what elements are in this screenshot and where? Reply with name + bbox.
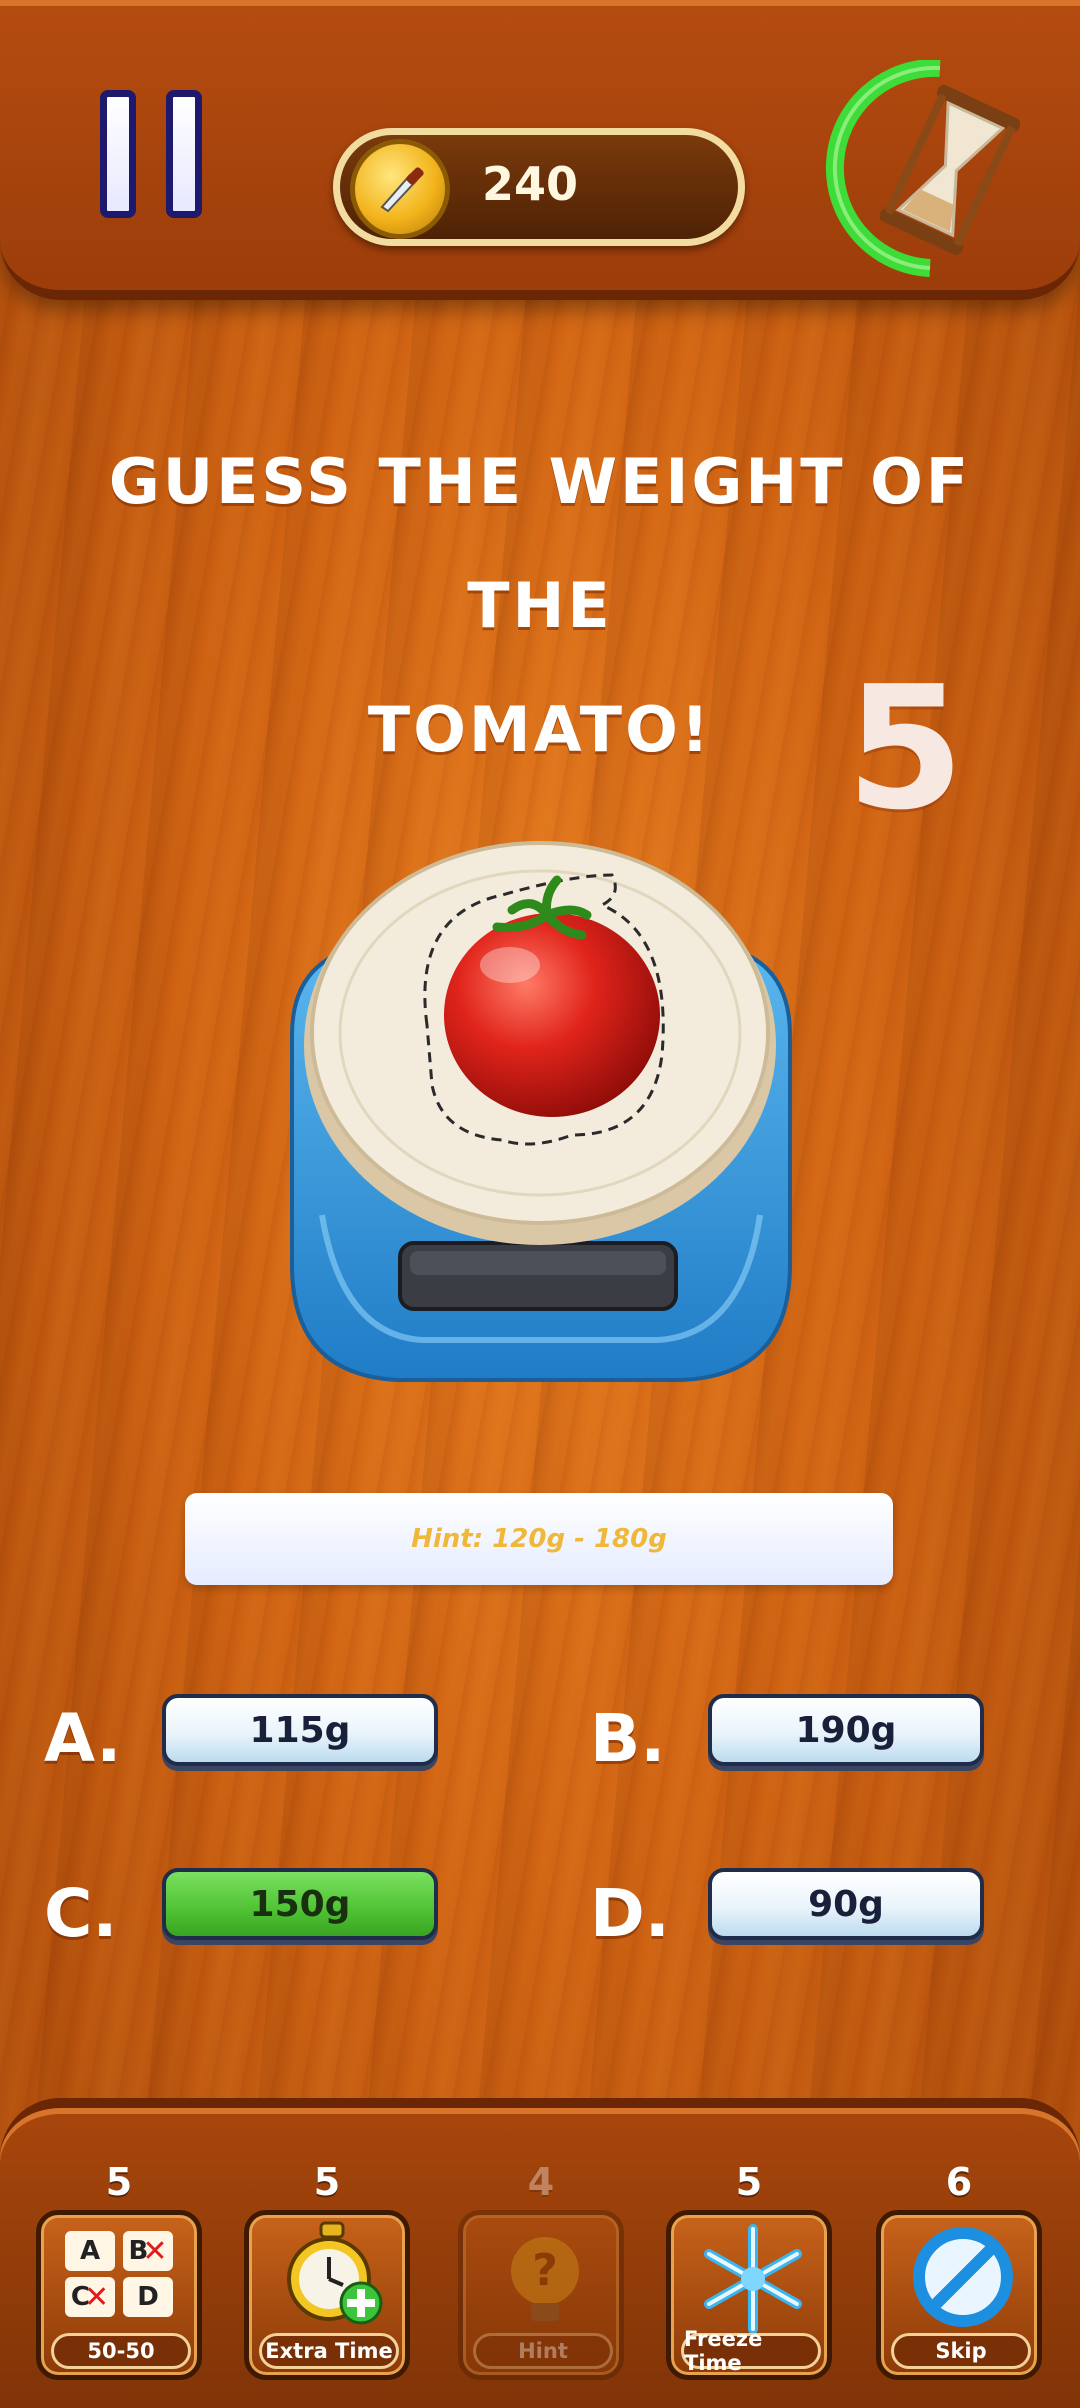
hint-text: Hint: 120g - 180g: [411, 1524, 667, 1554]
game-screen: 240 GUESS THE WEIGHT OF THE TOMATO! 5 Hi…: [0, 0, 1080, 2408]
answer-letter-c: C.: [44, 1875, 118, 1952]
stopwatch-plus-icon: [287, 2221, 383, 2325]
lightbulb-question-icon: ?: [511, 2237, 579, 2321]
countdown-number: 5: [846, 650, 965, 848]
powerup-label: 50-50: [51, 2333, 191, 2369]
answer-letter-b: B.: [590, 1700, 666, 1777]
powerup-count: 4: [527, 2160, 555, 2204]
powerup-hint[interactable]: 4 ? Hint: [456, 2160, 626, 2390]
fifty-fifty-icon: A B ✕ C ✕ D: [65, 2231, 175, 2321]
powerup-label: Skip: [891, 2333, 1031, 2369]
answer-letter-d: D.: [590, 1875, 670, 1952]
knife-coin-icon: [350, 139, 450, 239]
snowflake-icon: [704, 2224, 802, 2334]
hourglass-timer-icon: [820, 58, 1021, 280]
powerup-label: Freeze Time: [681, 2327, 821, 2375]
powerup-count: 6: [945, 2160, 973, 2204]
powerup-label: Hint: [473, 2333, 613, 2369]
answer-button-a[interactable]: 115g: [162, 1694, 438, 1766]
answer-button-b[interactable]: 190g: [708, 1694, 984, 1766]
powerup-count: 5: [735, 2160, 763, 2204]
skip-icon: [913, 2227, 1013, 2327]
powerup-extra-time[interactable]: 5 Extra Time: [242, 2160, 412, 2390]
hint-bar: Hint: 120g - 180g: [185, 1493, 893, 1585]
powerup-skip[interactable]: 6 Skip: [874, 2160, 1044, 2390]
kitchen-scale-image: [282, 835, 798, 1395]
answer-button-c[interactable]: 150g: [162, 1868, 438, 1940]
pause-button[interactable]: [100, 90, 206, 220]
powerup-count: 5: [313, 2160, 341, 2204]
svg-text:?: ?: [532, 2245, 558, 2296]
answer-button-d[interactable]: 90g: [708, 1868, 984, 1940]
coin-counter: 240: [333, 128, 745, 246]
question-line-1: GUESS THE WEIGHT OF THE: [108, 445, 972, 642]
powerup-fifty-fifty[interactable]: 5 A B ✕ C ✕ D 50-50: [34, 2160, 204, 2390]
pause-icon: [100, 90, 136, 218]
powerup-freeze-time[interactable]: 5 Freeze Time: [664, 2160, 834, 2390]
powerup-label: Extra Time: [259, 2333, 399, 2369]
powerup-count: 5: [105, 2160, 133, 2204]
answer-letter-a: A.: [44, 1700, 122, 1777]
coin-value: 240: [482, 157, 579, 211]
